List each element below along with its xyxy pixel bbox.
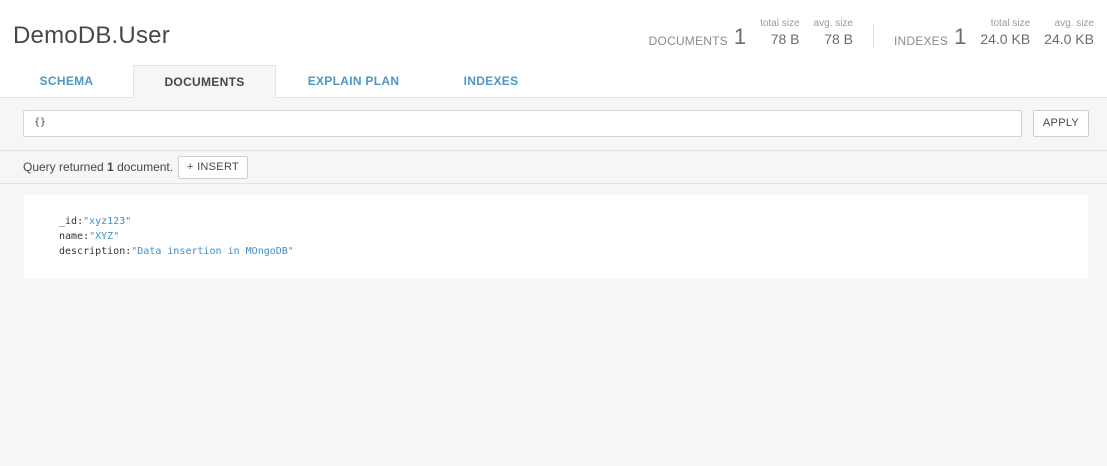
indexes-avg-size: avg. size 24.0 KB xyxy=(1044,18,1094,47)
field-key: description xyxy=(59,246,126,257)
apply-button[interactable]: APPLY xyxy=(1033,110,1089,137)
documents-avg-size-value: 78 B xyxy=(824,31,853,47)
indexes-avg-size-value: 24.0 KB xyxy=(1044,31,1094,47)
document-field[interactable]: name:"XYZ" xyxy=(59,229,294,244)
results-toolbar: Query returned 1 document. + INSERT xyxy=(0,152,1107,184)
tab-documents[interactable]: DOCUMENTS xyxy=(133,65,276,98)
insert-document-button[interactable]: + INSERT xyxy=(178,156,248,179)
document-field[interactable]: description:"Data insertion in MOngoDB" xyxy=(59,244,294,259)
field-value: "XYZ" xyxy=(89,231,120,242)
indexes-total-size-label: total size xyxy=(990,18,1031,29)
indexes-total-size: total size 24.0 KB xyxy=(980,18,1030,47)
filter-input[interactable]: {} xyxy=(23,110,1022,137)
documents-total-size-label: total size xyxy=(760,18,800,29)
documents-stats: DOCUMENTS 1 total size 78 B avg. size 78… xyxy=(649,18,853,50)
tab-schema[interactable]: SCHEMA xyxy=(0,65,133,98)
stats-divider xyxy=(873,24,874,48)
documents-count: 1 xyxy=(733,24,747,49)
collection-tabs: SCHEMA DOCUMENTS EXPLAIN PLAN INDEXES xyxy=(0,65,551,98)
indexes-count: 1 xyxy=(954,24,967,49)
document-card[interactable]: _id:"xyz123" name:"XYZ" description:"Dat… xyxy=(24,195,1088,279)
document-fields: _id:"xyz123" name:"XYZ" description:"Dat… xyxy=(59,214,294,259)
collection-stats: DOCUMENTS 1 total size 78 B avg. size 78… xyxy=(649,18,1094,50)
result-suffix: document. xyxy=(113,160,174,174)
indexes-total-size-value: 24.0 KB xyxy=(980,31,1031,47)
documents-avg-size-label: avg. size xyxy=(813,18,853,29)
documents-stat-label: DOCUMENTS xyxy=(648,34,728,48)
collection-title: DemoDB.User xyxy=(13,22,170,49)
collection-header: DemoDB.User DOCUMENTS 1 total size 78 B … xyxy=(0,0,1107,98)
document-field[interactable]: _id:"xyz123" xyxy=(59,214,294,229)
tab-indexes[interactable]: INDEXES xyxy=(431,65,551,98)
tab-explain-plan[interactable]: EXPLAIN PLAN xyxy=(276,65,431,98)
result-count: 1 xyxy=(107,160,114,174)
indexes-avg-size-label: avg. size xyxy=(1054,18,1094,29)
documents-total-size: total size 78 B xyxy=(760,18,799,47)
field-value: "xyz123" xyxy=(83,216,132,227)
field-key: name xyxy=(59,231,84,242)
result-prefix: Query returned xyxy=(23,160,108,174)
indexes-stats: INDEXES 1 total size 24.0 KB avg. size 2… xyxy=(894,18,1094,50)
documents-avg-size: avg. size 78 B xyxy=(814,18,853,47)
query-bar: {} APPLY xyxy=(0,99,1107,151)
query-result-summary: Query returned 1 document. xyxy=(23,160,173,174)
indexes-stat-label: INDEXES xyxy=(894,34,949,48)
field-value: "Data insertion in MOngoDB" xyxy=(131,246,294,257)
field-key: _id xyxy=(59,216,78,227)
documents-total-size-value: 78 B xyxy=(770,31,800,47)
